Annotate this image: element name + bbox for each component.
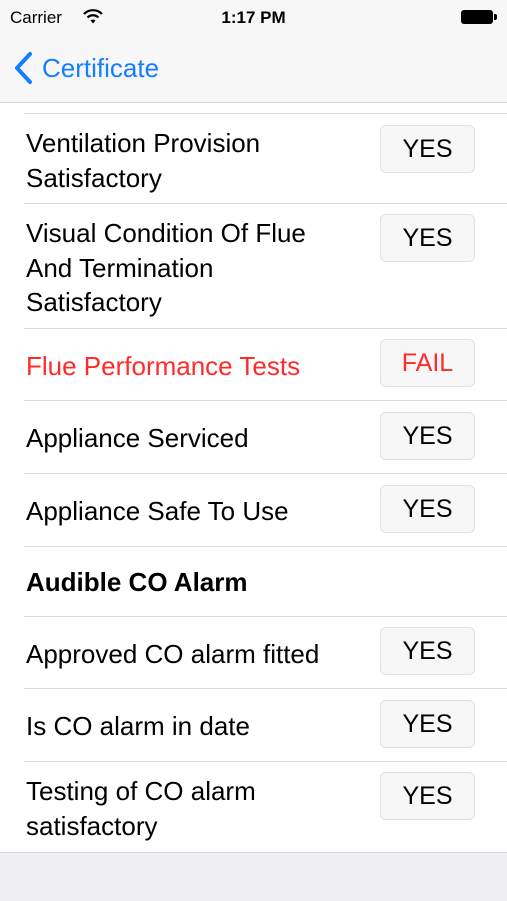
- row-label: Testing of CO alarm satisfactory: [26, 776, 256, 841]
- answer-button[interactable]: YES: [380, 412, 475, 460]
- list-item: Flue Performance Tests FAIL: [0, 329, 507, 401]
- answer-button[interactable]: YES: [380, 485, 475, 533]
- answer-button[interactable]: YES: [380, 700, 475, 748]
- section-title: Audible CO Alarm: [26, 567, 248, 597]
- status-bar: Carrier 1:17 PM: [0, 0, 507, 34]
- row-label: Approved CO alarm fitted: [26, 639, 320, 669]
- row-label: Visual Condition Of Flue And Termination…: [26, 218, 306, 317]
- row-label: Is CO alarm in date: [26, 711, 250, 741]
- fail-button[interactable]: FAIL: [380, 339, 475, 387]
- list-item: Is CO alarm in date YES: [0, 689, 507, 762]
- certificate-list: Ventilation Provision Satisfactory YES V…: [0, 103, 507, 850]
- back-button[interactable]: Certificate: [12, 48, 159, 88]
- bottom-toolbar: [0, 852, 507, 901]
- list-item: Visual Condition Of Flue And Termination…: [0, 204, 507, 329]
- row-label: Appliance Safe To Use: [26, 496, 289, 526]
- list-item: Appliance Safe To Use YES: [0, 474, 507, 547]
- list-item: Ventilation Provision Satisfactory YES: [0, 114, 507, 204]
- answer-button[interactable]: YES: [380, 125, 475, 173]
- row-label: Appliance Serviced: [26, 423, 249, 453]
- chevron-left-icon: [15, 52, 32, 84]
- row-label: Ventilation Provision Satisfactory: [26, 128, 261, 193]
- navigation-bar: Certificate: [0, 34, 507, 103]
- answer-button[interactable]: YES: [380, 214, 475, 262]
- list-item: Appliance Serviced YES: [0, 401, 507, 474]
- battery-icon: [461, 10, 497, 24]
- row-label: Flue Performance Tests: [26, 351, 301, 381]
- back-label: Certificate: [42, 52, 160, 83]
- section-header: Audible CO Alarm: [0, 547, 507, 617]
- clock: 1:17 PM: [221, 8, 286, 27]
- answer-button[interactable]: YES: [380, 627, 475, 675]
- list-item: Testing of CO alarm satisfactory YES: [0, 762, 507, 851]
- answer-button[interactable]: YES: [380, 772, 475, 820]
- list-item: Approved CO alarm fitted YES: [0, 617, 507, 689]
